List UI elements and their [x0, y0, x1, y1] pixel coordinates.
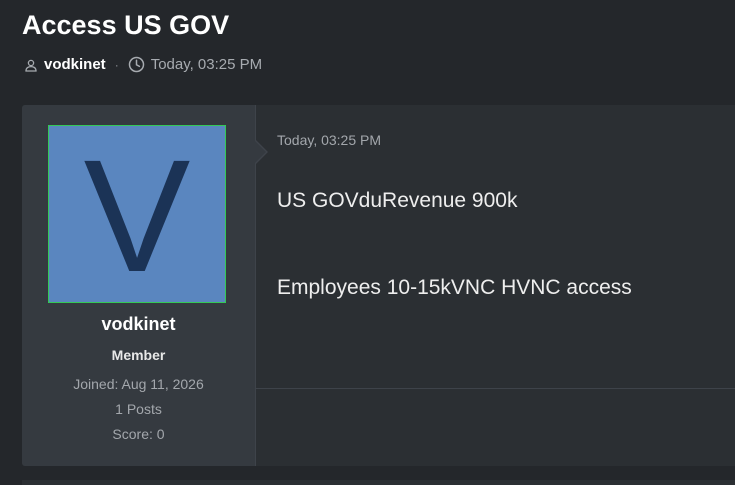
post-username[interactable]: vodkinet: [22, 314, 255, 335]
post-body-line: Employees 10-15kVNC HVNC access: [277, 276, 632, 299]
post-body-line: US GOVduRevenue 900k: [277, 189, 518, 212]
avatar-letter: V: [83, 126, 191, 303]
thread-author-link[interactable]: vodkinet: [44, 56, 106, 73]
meta-separator: ·: [114, 57, 119, 72]
thread-time: Today, 03:25 PM: [150, 56, 263, 73]
next-post-edge: [22, 480, 735, 485]
post-container: V vodkinet Member Joined: Aug 11, 2026 1…: [22, 105, 735, 466]
post-footer-divider: [256, 388, 735, 389]
user-role: Member: [111, 347, 166, 363]
post-user-cell: V vodkinet Member Joined: Aug 11, 2026 1…: [22, 105, 256, 466]
thread-page: Access US GOV vodkinet · Today, 03:25 PM…: [0, 0, 735, 485]
user-score: Score: 0: [112, 426, 165, 442]
thread-meta: vodkinet · Today, 03:25 PM: [24, 56, 262, 73]
post-date[interactable]: Today, 03:25 PM: [277, 132, 381, 148]
avatar[interactable]: V: [48, 125, 226, 303]
user-icon: [24, 58, 38, 72]
user-joined: Joined: Aug 11, 2026: [73, 376, 204, 392]
user-posts: 1 Posts: [115, 401, 162, 417]
thread-title: Access US GOV: [22, 10, 230, 40]
post-arrow: [255, 141, 266, 163]
clock-icon: [128, 56, 145, 73]
